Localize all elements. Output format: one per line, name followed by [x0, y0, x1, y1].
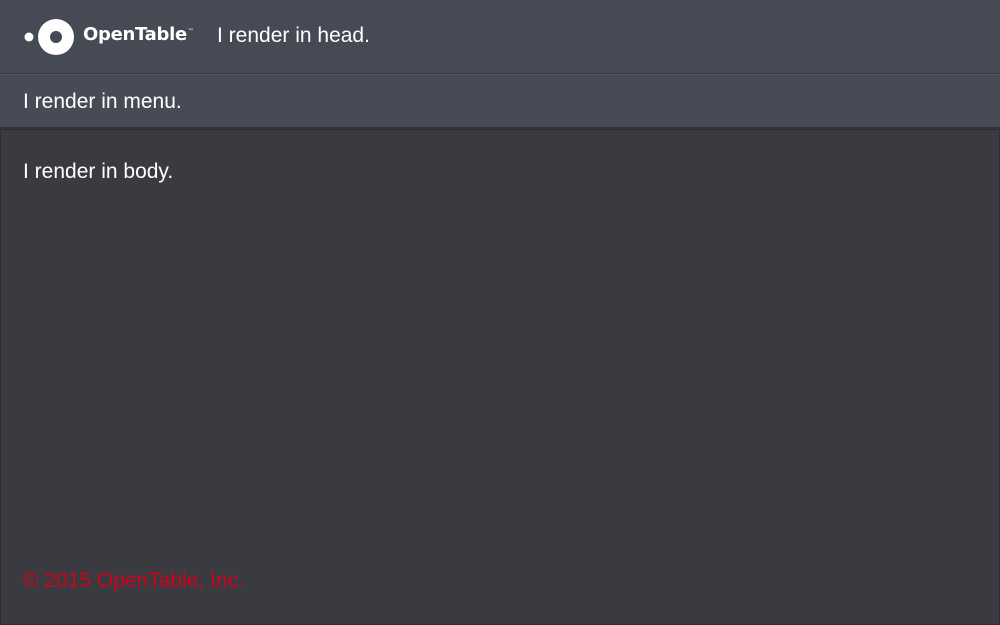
logo-text: OpenTable	[83, 24, 187, 45]
logo-trademark: ™	[187, 28, 194, 35]
opentable-logo-icon	[24, 19, 74, 55]
copyright-text: © 2015 OpenTable, Inc.	[23, 569, 244, 592]
body-text: I render in body.	[23, 160, 174, 183]
opentable-logo[interactable]: OpenTable™	[24, 18, 194, 56]
page-body: I render in body. © 2015 OpenTable, Inc.	[0, 129, 1000, 625]
menu-text: I render in menu.	[23, 90, 182, 113]
page-header: OpenTable™ I render in head.	[0, 0, 1000, 74]
logo-wordmark: OpenTable™	[83, 16, 194, 58]
menu-bar: I render in menu.	[0, 74, 1000, 129]
header-text: I render in head.	[217, 24, 370, 47]
